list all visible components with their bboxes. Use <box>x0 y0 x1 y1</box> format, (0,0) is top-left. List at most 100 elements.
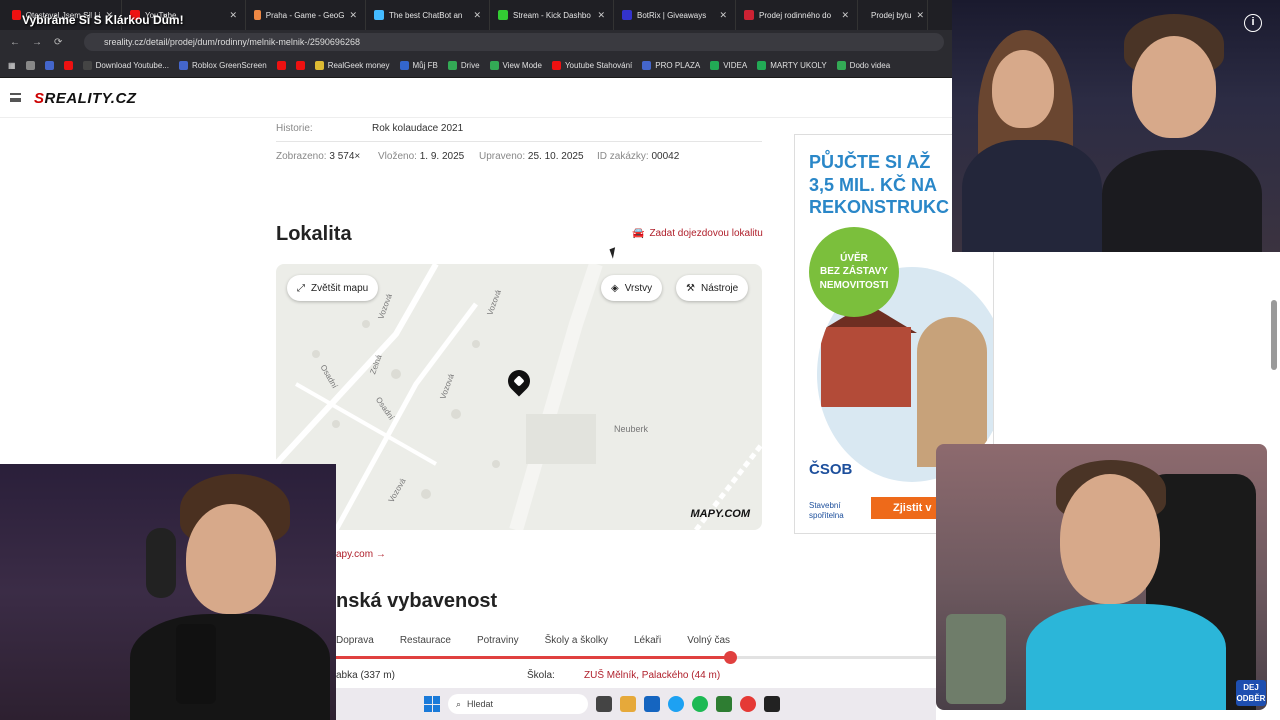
ad-headline-line: PŮJČTE SI AŽ <box>809 152 931 172</box>
edited-label: Upraveno: <box>479 151 526 162</box>
commute-link-label: Zadat dojezdovou lokalitu <box>649 228 763 239</box>
browser-tab[interactable]: Stream - Kick Dashbo ✕ <box>490 0 614 30</box>
bookmark-item[interactable] <box>44 61 54 70</box>
bookmark-label: RealGeek money <box>327 61 390 70</box>
close-tab-icon[interactable]: ✕ <box>841 10 849 21</box>
bookmark-item[interactable]: Download Youtube... <box>82 61 169 70</box>
chrome-icon[interactable] <box>740 696 756 712</box>
ad-badge-line: BEZ ZÁSTAVY <box>820 266 888 278</box>
csob-logo: ČSOB <box>809 461 853 478</box>
browser-tab[interactable]: BotRix | Giveaways ✕ <box>614 0 736 30</box>
tools-button[interactable]: ⚒ Nástroje <box>676 275 749 301</box>
bookmark-item[interactable] <box>25 61 35 70</box>
info-icon[interactable]: i <box>1244 14 1262 32</box>
reload-icon[interactable]: ⟳ <box>54 37 62 48</box>
bookmark-item[interactable]: Drive <box>447 61 480 70</box>
amenities-slider-fill <box>336 656 731 659</box>
taskbar-search-placeholder: Hledat <box>467 699 494 709</box>
bookmark-item[interactable] <box>63 61 73 70</box>
map-widget[interactable]: ⤢ Zvětšit mapu ◈ Vrstvy ⚒ Nástroje Osadn… <box>276 264 762 530</box>
bookmark-item[interactable] <box>276 61 286 70</box>
enlarge-map-button[interactable]: ⤢ Zvětšit mapu <box>287 275 379 301</box>
epic-games-icon[interactable] <box>764 696 780 712</box>
windows-start-icon[interactable] <box>424 696 440 712</box>
tab-label: Prodej bytu <box>871 10 912 20</box>
bookmarks-bar: ▦ Download Youtube... Roblox GreenScreen R… <box>0 54 952 78</box>
bookmark-item[interactable]: Můj FB <box>399 61 438 70</box>
csob-subtitle: Stavební spořitelna <box>809 501 844 520</box>
commute-link[interactable]: 🚘 Zadat dojezdovou lokalitu <box>632 228 763 239</box>
bookmark-item[interactable] <box>295 61 305 70</box>
edge-icon[interactable] <box>668 696 684 712</box>
bookmark-item[interactable]: MARTY UKOLY <box>757 61 827 70</box>
tab-doctors[interactable]: Lékaři <box>634 635 661 646</box>
spotify-icon[interactable] <box>692 696 708 712</box>
inserted-value: 1. 9. 2025 <box>419 151 465 162</box>
subscribe-badge: DEJ ODBĚR <box>1236 680 1266 706</box>
map-streets <box>276 264 762 530</box>
bookmark-icon <box>82 61 92 70</box>
bookmark-icon <box>642 61 652 70</box>
bookmark-label: PRO PLAZA <box>655 61 701 70</box>
meta-row: Zobrazeno: 3 574× <box>276 151 360 162</box>
bookmark-icon <box>399 61 409 70</box>
amenities-heading: nská vybavenost <box>336 590 498 612</box>
back-icon[interactable]: ← <box>10 37 20 48</box>
bookmark-item[interactable]: PRO PLAZA <box>642 61 700 70</box>
bookmark-label: Drive <box>460 61 480 70</box>
bookmark-icon <box>178 61 188 70</box>
outlook-icon[interactable] <box>644 696 660 712</box>
page-scrollbar[interactable] <box>1271 300 1277 370</box>
close-tab-icon[interactable]: ✕ <box>719 10 727 21</box>
taskbar-search[interactable]: ⌕ Hledat <box>448 694 588 714</box>
close-tab-icon[interactable]: ✕ <box>349 10 357 21</box>
bookmark-item[interactable]: Dodo videa <box>836 61 890 70</box>
amenity-label: Škola: <box>527 670 555 681</box>
taskview-icon[interactable] <box>596 696 612 712</box>
browser-tab[interactable]: Praha - Game - GeoG ✕ <box>246 0 366 30</box>
tab-transport[interactable]: Doprava <box>336 635 374 646</box>
edited-row: Upraveno: 25. 10. 2025 <box>479 151 584 162</box>
enlarge-map-label: Zvětšit mapu <box>311 282 369 294</box>
layers-button[interactable]: ◈ Vrstvy <box>601 275 663 301</box>
forward-icon[interactable]: → <box>32 37 42 48</box>
apps-grid-icon[interactable]: ▦ <box>8 61 16 70</box>
tab-label: The best ChatBot an <box>389 10 463 20</box>
bookmark-label: Můj FB <box>412 61 438 70</box>
tab-restaurants[interactable]: Restaurace <box>400 635 451 646</box>
explorer-icon[interactable] <box>620 696 636 712</box>
mapy-link[interactable]: apy.com → <box>336 549 386 560</box>
url-field[interactable]: sreality.cz/detail/prodej/dum/rodinny/me… <box>84 33 944 51</box>
browser-tab[interactable]: Prodej rodinného do ✕ <box>736 0 858 30</box>
sreality-logo[interactable]: SREALITY.CZ <box>34 90 136 107</box>
tab-favicon-icon <box>254 10 261 20</box>
tab-schools[interactable]: Školy a školky <box>545 635 608 646</box>
browser-tab[interactable]: The best ChatBot an ✕ <box>366 0 490 30</box>
bookmark-item[interactable]: RealGeek money <box>314 61 390 70</box>
bookmark-item[interactable]: Roblox GreenScreen <box>178 61 267 70</box>
browser-tab[interactable]: Prodej bytu ✕ <box>858 0 928 30</box>
close-tab-icon[interactable]: ✕ <box>473 10 481 21</box>
amenities-slider[interactable] <box>336 651 936 664</box>
microphone-icon <box>176 624 216 704</box>
close-tab-icon[interactable]: ✕ <box>229 10 237 21</box>
amenity-link[interactable]: ZUŠ Mělník, Palackého (44 m) <box>584 670 720 681</box>
person-body <box>1102 150 1262 252</box>
person-face <box>1060 474 1160 604</box>
close-tab-icon[interactable]: ✕ <box>916 10 924 21</box>
bookmark-icon <box>44 61 54 70</box>
order-id-row: ID zakázky: 00042 <box>597 151 679 162</box>
house-illustration <box>821 327 911 407</box>
tab-groceries[interactable]: Potraviny <box>477 635 519 646</box>
tab-favicon-icon <box>744 10 754 20</box>
bookmark-item[interactable]: View Mode <box>489 61 542 70</box>
bookmark-item[interactable]: VIDEA <box>710 61 747 70</box>
close-tab-icon[interactable]: ✕ <box>597 10 605 21</box>
tab-leisure[interactable]: Volný čas <box>687 635 730 646</box>
app-icon[interactable] <box>716 696 732 712</box>
bookmark-item[interactable]: Youtube Stahování <box>551 61 632 70</box>
ad-headline: PŮJČTE SI AŽ 3,5 MIL. KČ NA REKONSTRUKC <box>809 151 949 219</box>
amenities-slider-knob[interactable] <box>724 651 737 664</box>
menu-icon[interactable] <box>10 93 21 102</box>
person-face <box>186 504 276 614</box>
